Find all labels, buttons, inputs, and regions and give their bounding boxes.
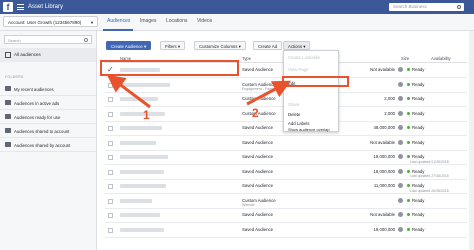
annotation-label-2: 2 (252, 106, 259, 120)
annotation-label-1: 1 (143, 108, 150, 122)
annotation-arrows (106, 74, 291, 109)
annotation-arrow-2 (246, 80, 291, 106)
vertical-scrollbar[interactable] (469, 31, 474, 250)
annotation-arrow-1 (106, 74, 151, 109)
